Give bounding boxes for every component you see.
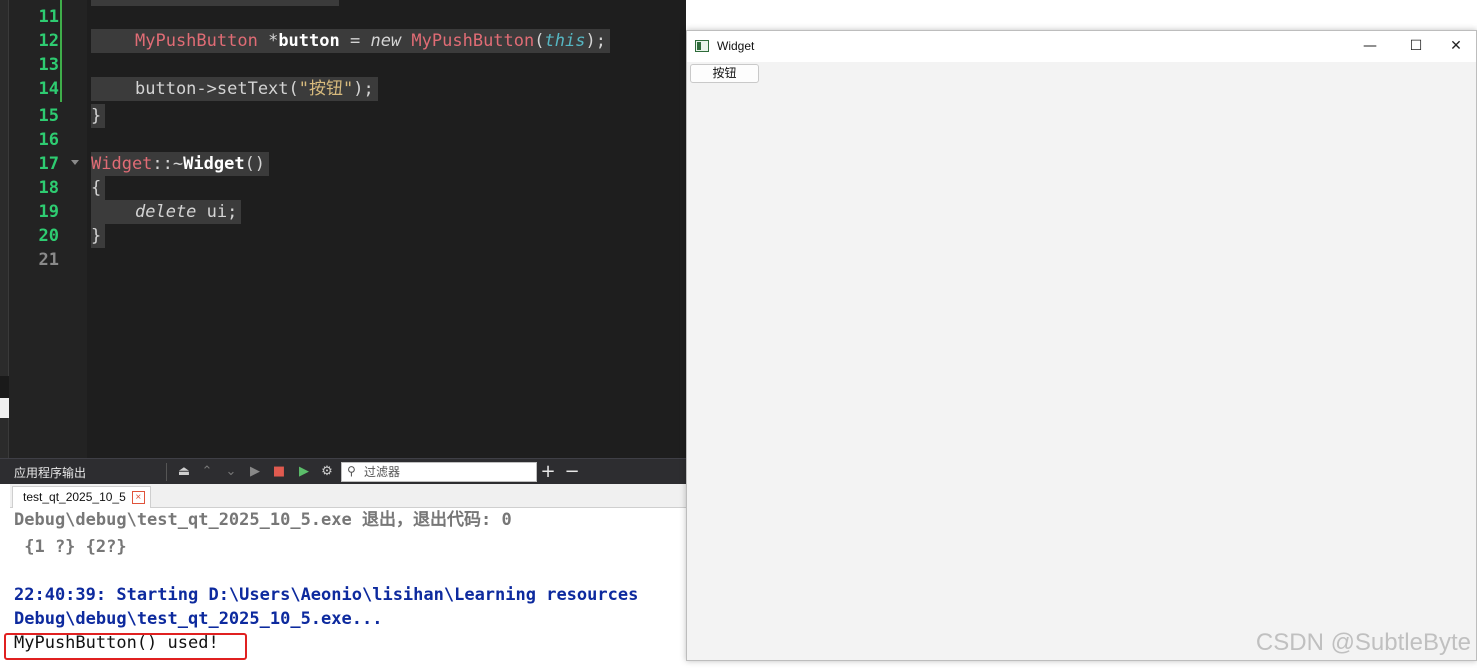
side-panel-handle[interactable]: [0, 376, 9, 398]
stop-icon[interactable]: ■: [270, 463, 288, 481]
pointer-token: *: [257, 31, 279, 51]
gear-icon[interactable]: ⚙: [318, 463, 336, 481]
line-number: 19: [38, 202, 59, 222]
line-number: 17: [38, 154, 59, 174]
widget-window[interactable]: Widget — ☐ ✕ 按钮: [686, 30, 1477, 661]
code-line-15: }: [91, 104, 106, 128]
zoom-out-icon[interactable]: −: [563, 463, 581, 481]
output-line: 22:40:39: Starting D:\Users\Aeonio\lisih…: [14, 585, 639, 605]
filter-box[interactable]: ⚲: [341, 462, 537, 482]
side-panel-handle-lower: [0, 398, 9, 418]
close-icon[interactable]: ✕: [1433, 31, 1477, 62]
watermark: CSDN @SubtleByte: [1255, 629, 1471, 656]
toolbar-separator: [166, 463, 167, 481]
this-keyword-token: this: [544, 31, 586, 51]
line-number: 11: [38, 7, 59, 27]
minimize-icon[interactable]: —: [1347, 31, 1393, 62]
code-line-17: Widget::~Widget(): [91, 152, 270, 176]
red-highlight-annotation: [4, 633, 247, 660]
fold-toggle-icon[interactable]: [71, 160, 79, 165]
operator-token: =: [339, 31, 371, 51]
search-icon: ⚲: [347, 464, 356, 478]
destructor-name-token: Widget: [183, 154, 245, 174]
window-app-icon: [695, 40, 709, 52]
class-token: MyPushButton: [135, 31, 258, 51]
line-number: 20: [38, 226, 59, 246]
paren-token: );: [585, 31, 606, 51]
debug-run-icon[interactable]: ▶: [295, 463, 313, 481]
code-line-18: {: [91, 176, 106, 200]
keyword-token: new: [370, 31, 402, 51]
window-titlebar[interactable]: Widget — ☐ ✕: [687, 31, 1476, 62]
output-tab-bar: test_qt_2025_10_5 ×: [10, 484, 686, 508]
next-item-icon[interactable]: ⌄: [222, 463, 240, 481]
tab-label: test_qt_2025_10_5: [23, 490, 126, 504]
line-number: 18: [38, 178, 59, 198]
modified-lines-marker: [60, 0, 62, 102]
code-line-20: }: [91, 224, 106, 248]
previous-item-icon[interactable]: ⌃: [198, 463, 216, 481]
paren-token: (: [534, 31, 545, 51]
attach-debugger-icon[interactable]: ⏏: [175, 463, 193, 481]
run-icon[interactable]: ▶: [246, 463, 264, 481]
string-token: "按钮": [298, 79, 354, 99]
window-title: Widget: [717, 39, 755, 53]
push-button[interactable]: 按钮: [690, 64, 759, 83]
close-icon[interactable]: ×: [131, 491, 145, 504]
line-number: 16: [38, 130, 59, 150]
tab-test-qt-output[interactable]: test_qt_2025_10_5 ×: [12, 486, 151, 508]
code-line-19: delete ui;: [91, 200, 242, 224]
call-token: button->setText(: [135, 79, 299, 99]
code-area[interactable]: [87, 0, 686, 458]
code-line-12: MyPushButton *button = new MyPushButton(…: [91, 29, 610, 53]
keyword-token: delete: [135, 202, 197, 222]
scope-token: ::~: [152, 154, 184, 174]
line-number: 21: [38, 250, 59, 270]
code-line-14: button->setText("按钮");: [91, 77, 378, 101]
output-line: Debug\debug\test_qt_2025_10_5.exe...: [14, 609, 383, 629]
zoom-in-icon[interactable]: +: [539, 463, 557, 481]
line-number: 15: [38, 106, 59, 126]
line-number: 12: [38, 31, 59, 51]
output-line: {1 ?} {2?}: [14, 537, 127, 557]
class-token: MyPushButton: [411, 31, 535, 51]
filter-input[interactable]: [364, 464, 534, 480]
code-editor[interactable]: 11 12 13 14 15 16 17 18 19 20 21 MyPushB…: [0, 0, 686, 458]
paren-token: );: [353, 79, 374, 99]
line-number: 14: [38, 79, 59, 99]
output-pane-title: 应用程序输出: [14, 466, 87, 480]
code-line-10: [91, 0, 339, 6]
output-pane-toolbar: 应用程序输出 ⏏ ⌃ ⌄ ▶ ■ ▶ ⚙ ⚲ + −: [0, 458, 686, 484]
paren-token: (): [244, 154, 266, 174]
line-number: 13: [38, 55, 59, 75]
output-line: Debug\debug\test_qt_2025_10_5.exe 退出，退出代…: [14, 510, 512, 530]
variable-token: button: [278, 31, 340, 51]
class-token: Widget: [91, 154, 153, 174]
identifier-token: ui;: [196, 202, 238, 222]
